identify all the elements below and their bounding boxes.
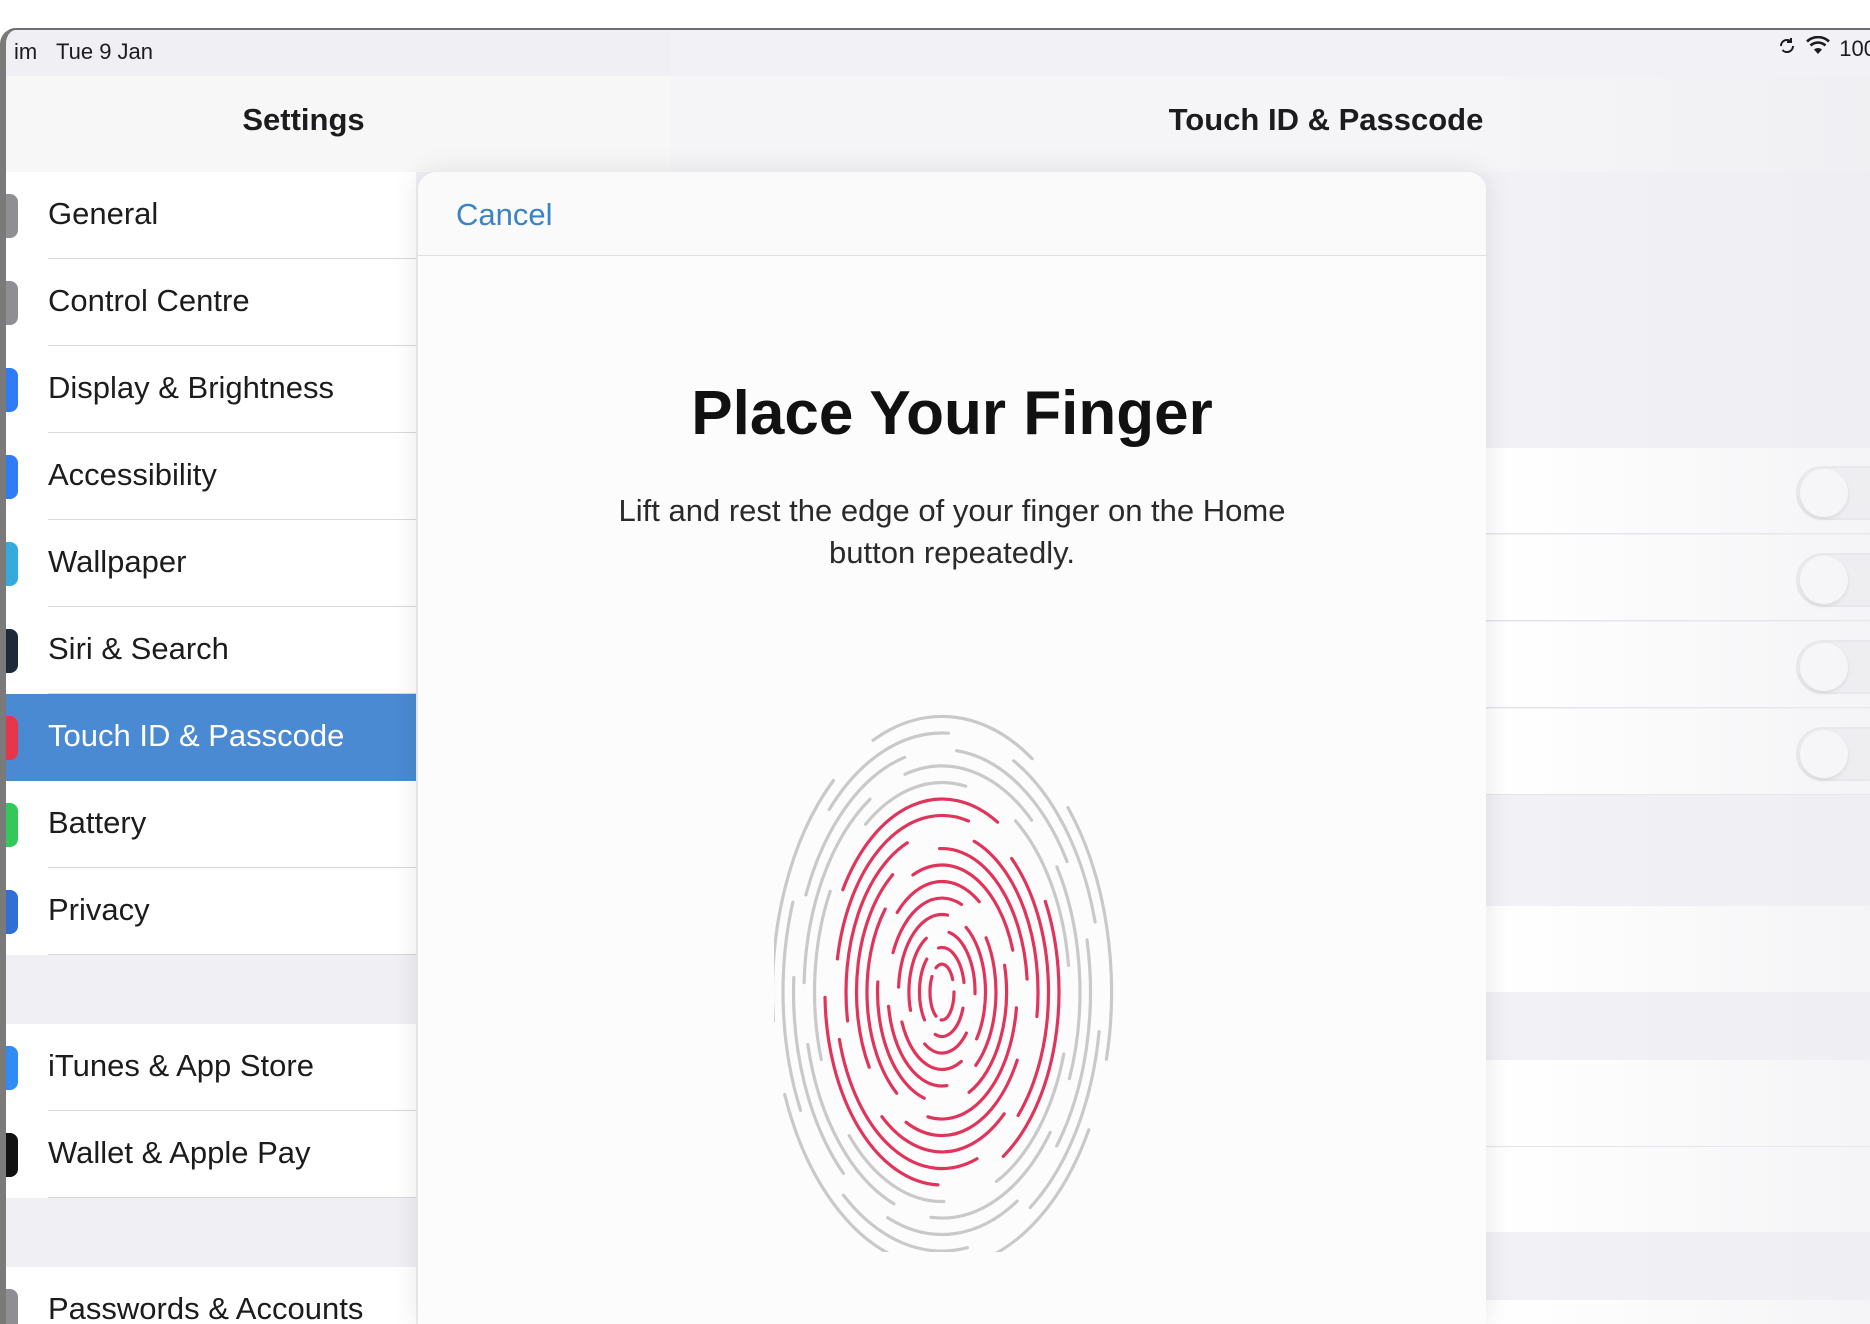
battery-percent: 100 <box>1839 36 1870 61</box>
sidebar-item-itunes-and-app-store[interactable]: iTunes & App Store <box>6 1024 416 1111</box>
fingerprint-ridge <box>900 1020 963 1072</box>
status-time: im <box>14 39 38 64</box>
sidebar-item-wallet-and-apple-pay[interactable]: Wallet & Apple Pay <box>6 1111 416 1198</box>
sheet-nav-bar: Cancel <box>418 172 1486 256</box>
group-spacer <box>6 1198 416 1267</box>
wifi-icon <box>1805 35 1831 62</box>
fingerprint-ridge <box>947 930 977 996</box>
fingerprint-ridge <box>841 1193 969 1252</box>
fingerprint-ridge <box>871 714 1034 761</box>
group-spacer <box>6 955 416 1024</box>
sidebar-item-label: Touch ID & Passcode <box>48 718 345 753</box>
gear-icon <box>6 194 18 238</box>
sidebar-item-general[interactable]: General <box>6 172 416 259</box>
battery-icon <box>6 803 18 847</box>
status-bar: im Tue 9 Jan 100 <box>6 30 1870 76</box>
hand-icon <box>6 890 18 934</box>
fingerprint-ridge <box>911 863 1015 952</box>
detail-header: Touch ID & Passcode <box>671 76 1870 172</box>
toggle-switch[interactable] <box>1796 640 1870 694</box>
fingerprint-ridge <box>939 990 956 1022</box>
sidebar-item-wallpaper[interactable]: Wallpaper <box>6 520 416 607</box>
fingerprint-ridge <box>907 936 928 1012</box>
sidebar-item-passwords-and-accounts[interactable]: Passwords & Accounts <box>6 1267 416 1324</box>
sidebar-item-display-and-brightness[interactable]: Display & Brightness <box>6 346 416 433</box>
brightness-icon <box>6 368 18 412</box>
row-separator <box>48 1197 416 1198</box>
cancel-button[interactable]: Cancel <box>456 197 553 233</box>
toggle-switch[interactable] <box>1796 553 1870 607</box>
sheet-instruction: Lift and rest the edge of your finger on… <box>618 493 1286 570</box>
fingerprint-ridge <box>875 980 926 1100</box>
sidebar-item-label: Passwords & Accounts <box>48 1291 364 1324</box>
sidebar-item-accessibility[interactable]: Accessibility <box>6 433 416 520</box>
sidebar-item-label: Wallet & Apple Pay <box>48 1135 311 1170</box>
touch-id-enrol-sheet: Cancel Place Your Finger Lift and rest t… <box>418 172 1486 1324</box>
sidebar-item-label: Siri & Search <box>48 631 229 666</box>
fingerprint-ridge <box>835 813 971 961</box>
sidebar-item-label: Privacy <box>48 892 150 927</box>
fingerprint-icon <box>774 714 1114 1252</box>
toggle-switch[interactable] <box>1796 727 1870 781</box>
sidebar-item-label: Battery <box>48 805 147 840</box>
row-separator <box>48 954 416 955</box>
sync-icon <box>1777 36 1797 62</box>
sidebar-item-siri-and-search[interactable]: Siri & Search <box>6 607 416 694</box>
wallpaper-icon <box>6 542 18 586</box>
fingerprint-ridge <box>781 900 803 1112</box>
sidebar-item-label: General <box>48 196 159 231</box>
ipad-screen: Settings General Control Centre Display & … <box>0 28 1870 1324</box>
accessibility-icon <box>6 455 18 499</box>
fingerprint-ridge <box>1055 938 1093 1148</box>
fingerprint-ridge <box>934 962 955 982</box>
detail-title: Touch ID & Passcode <box>1168 102 1484 137</box>
wallet-icon <box>6 1133 18 1177</box>
sidebar-item-label: iTunes & App Store <box>48 1048 314 1083</box>
fingerprint-ridge <box>1055 865 1082 1081</box>
fingerprint-ridge <box>897 912 950 989</box>
status-date: Tue 9 Jan <box>56 39 154 64</box>
sheet-heading: Place Your Finger <box>691 379 1213 448</box>
sidebar-item-label: Accessibility <box>48 457 217 492</box>
control-centre-icon <box>6 281 18 325</box>
sidebar-item-battery[interactable]: Battery <box>6 781 416 868</box>
fingerprint-ridge <box>903 764 1034 822</box>
status-right: 100 <box>1777 35 1870 62</box>
fingerprint-ridge <box>917 957 929 1022</box>
fingerprint-ridge <box>783 1092 890 1252</box>
sidebar-item-privacy[interactable]: Privacy <box>6 868 416 955</box>
siri-icon <box>6 629 18 673</box>
fingerprint-ridge <box>827 731 950 812</box>
sidebar-item-label: Wallpaper <box>48 544 187 579</box>
key-icon <box>6 1289 18 1324</box>
app-store-icon <box>6 1046 18 1090</box>
fingerprint-icon <box>6 716 18 760</box>
sidebar-item-touch-id-and-passcode[interactable]: Touch ID & Passcode <box>6 694 416 781</box>
sidebar-title: Settings <box>242 102 365 137</box>
sidebar-header: Settings <box>6 76 671 172</box>
sidebar-item-control-centre[interactable]: Control Centre <box>6 259 416 346</box>
fingerprint-ridge <box>891 896 964 955</box>
fingerprint-ridge <box>804 755 907 897</box>
sidebar-item-label: Control Centre <box>48 283 250 318</box>
toggle-switch[interactable] <box>1796 466 1870 520</box>
sidebar-item-label: Display & Brightness <box>48 370 335 405</box>
fingerprint-ridge <box>938 846 1029 981</box>
fingerprint-ridge <box>1010 856 1051 1118</box>
fingerprint-ridge <box>928 974 938 1018</box>
